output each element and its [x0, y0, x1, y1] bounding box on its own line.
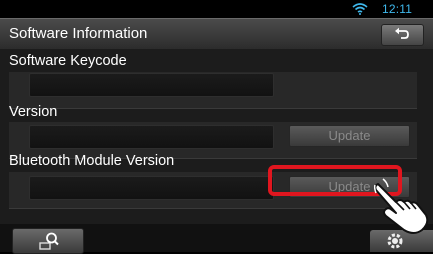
page-title: Software Information — [9, 25, 148, 42]
version-update-button[interactable]: Update — [289, 125, 410, 147]
status-bar: 12:11 — [0, 0, 433, 18]
bluetooth-module-version-value — [29, 176, 274, 200]
version-value — [29, 125, 274, 149]
wifi-icon — [352, 3, 368, 15]
search-button[interactable] — [12, 228, 84, 254]
return-arrow-icon — [395, 27, 409, 39]
version-label: Version — [9, 104, 58, 120]
software-keycode-label: Software Keycode — [9, 53, 127, 69]
clock: 12:11 — [382, 2, 413, 16]
content-area: Software Keycode Version Update Bluetoot… — [0, 49, 433, 224]
back-button[interactable] — [381, 24, 424, 46]
title-bar: Software Information — [0, 18, 433, 50]
hand-pointer-icon — [374, 178, 429, 234]
search-icon — [39, 232, 59, 250]
bluetooth-module-version-label: Bluetooth Module Version — [9, 153, 175, 169]
software-keycode-value — [29, 73, 274, 97]
software-keycode-panel — [9, 72, 417, 109]
